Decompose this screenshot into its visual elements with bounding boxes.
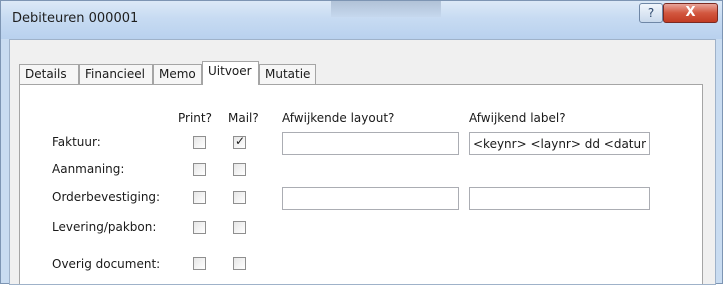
levering-pakbon-mail-checkbox[interactable]: [233, 221, 246, 234]
row-label-orderbevestiging: Orderbevestiging:: [52, 190, 161, 204]
row-label-aanmaning: Aanmaning:: [52, 162, 125, 176]
orderbevestiging-print-checkbox[interactable]: [193, 191, 206, 204]
orderbevestiging-label-input[interactable]: [469, 187, 650, 210]
row-label-overig-document: Overig document:: [52, 257, 161, 271]
tab-label: Details: [25, 67, 67, 81]
close-icon: X: [685, 5, 696, 20]
faktuur-label-input[interactable]: [469, 132, 650, 155]
background-window-ghost: [331, 1, 441, 17]
overig-document-mail-checkbox[interactable]: [233, 257, 246, 270]
orderbevestiging-mail-checkbox[interactable]: [233, 191, 246, 204]
tab-uitvoer[interactable]: Uitvoer: [202, 61, 259, 85]
tab-details[interactable]: Details: [19, 64, 79, 84]
levering-pakbon-print-checkbox[interactable]: [193, 221, 206, 234]
label-column-header: Afwijkend label?: [469, 111, 566, 125]
window-title: Debiteuren 000001: [12, 11, 139, 26]
tab-financieel[interactable]: Financieel: [79, 64, 153, 84]
orderbevestiging-layout-input[interactable]: [282, 187, 459, 210]
tab-label: Financieel: [85, 67, 145, 81]
tab-mutatie[interactable]: Mutatie: [259, 64, 316, 84]
row-label-levering-pakbon: Levering/pakbon:: [52, 220, 157, 234]
title-bar[interactable]: Debiteuren 000001 ? X: [1, 1, 722, 39]
close-button[interactable]: X: [663, 3, 718, 23]
print-column-header: Print?: [178, 111, 212, 125]
faktuur-mail-checkbox[interactable]: ✓: [233, 134, 246, 149]
tab-memo[interactable]: Memo: [153, 64, 202, 84]
mail-column-header: Mail?: [228, 111, 259, 125]
row-label-faktuur: Faktuur:: [52, 135, 101, 149]
tab-label: Memo: [159, 67, 196, 81]
faktuur-layout-input[interactable]: [282, 132, 459, 155]
tab-label: Mutatie: [265, 67, 311, 81]
checkmark-icon: ✓: [235, 134, 246, 148]
aanmaning-print-checkbox[interactable]: [193, 163, 206, 176]
help-button[interactable]: ?: [639, 3, 663, 23]
tab-label: Uitvoer: [208, 64, 252, 78]
help-icon: ?: [647, 6, 655, 20]
faktuur-print-checkbox[interactable]: [193, 136, 206, 149]
overig-document-print-checkbox[interactable]: [193, 257, 206, 270]
layout-column-header: Afwijkende layout?: [282, 111, 395, 125]
aanmaning-mail-checkbox[interactable]: [233, 163, 246, 176]
